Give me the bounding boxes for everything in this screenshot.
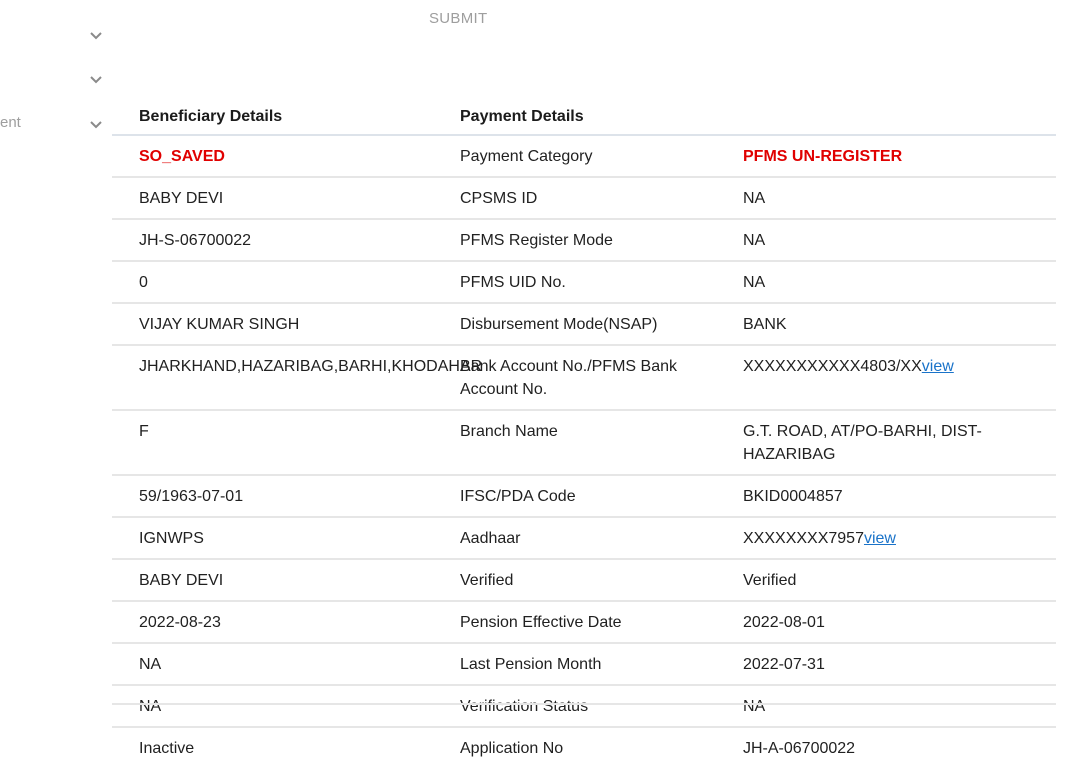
cell-label: PFMS Register Mode bbox=[433, 220, 731, 262]
cell-value: XXXXXXXX7957view bbox=[731, 518, 1056, 560]
cell-value: 2022-08-01 bbox=[731, 602, 1056, 644]
cell-label: Bank Account No./PFMS Bank Account No. bbox=[433, 346, 731, 411]
cell-beneficiary: VIJAY KUMAR SINGH bbox=[112, 304, 433, 346]
cell-beneficiary: NA bbox=[112, 644, 433, 686]
cell-value: G.T. ROAD, AT/PO-BARHI, DIST-HAZARIBAG bbox=[731, 411, 1056, 476]
cell-label: Last Pension Month bbox=[433, 644, 731, 686]
cell-label: Aadhaar bbox=[433, 518, 731, 560]
cell-value: BANK bbox=[731, 304, 1056, 346]
cell-beneficiary: IGNWPS bbox=[112, 518, 433, 560]
cell-label: Payment Category bbox=[433, 136, 731, 178]
cell-label: IFSC/PDA Code bbox=[433, 476, 731, 518]
cell-beneficiary: 59/1963-07-01 bbox=[112, 476, 433, 518]
cell-value: 2022-07-31 bbox=[731, 644, 1056, 686]
cell-value: NA bbox=[731, 220, 1056, 262]
chevron-down-icon[interactable] bbox=[89, 120, 103, 130]
cell-value: JH-A-06700022 bbox=[743, 740, 856, 757]
header-beneficiary-details: Beneficiary Details bbox=[112, 98, 433, 136]
cell-value: NA bbox=[731, 262, 1056, 304]
chevron-down-icon[interactable] bbox=[89, 75, 103, 85]
cell-label: CPSMS ID bbox=[433, 178, 731, 220]
view-account-link[interactable]: view bbox=[922, 358, 954, 375]
chevron-down-icon[interactable] bbox=[89, 31, 103, 41]
header-payment-details: Payment Details bbox=[433, 98, 731, 136]
cell-label: Branch Name bbox=[433, 411, 731, 476]
table-bottom-divider bbox=[112, 703, 1056, 705]
sidebar-item-label: ent bbox=[0, 114, 21, 131]
cell-label: PFMS UID No. bbox=[433, 262, 731, 304]
cell-value: NA bbox=[731, 178, 1056, 220]
view-aadhaar-link[interactable]: view bbox=[864, 530, 896, 547]
cell-beneficiary: F bbox=[112, 411, 433, 476]
cell-label: Pension Effective Date bbox=[433, 602, 731, 644]
header-values bbox=[731, 98, 1056, 136]
submit-button[interactable]: SUBMIT bbox=[429, 10, 487, 27]
cell-label: Verified bbox=[433, 560, 731, 602]
cell-beneficiary: BABY DEVI bbox=[112, 178, 433, 220]
cell-beneficiary: 2022-08-23 bbox=[112, 602, 433, 644]
cell-status: SO_SAVED bbox=[112, 136, 433, 178]
cell-beneficiary: JH-S-06700022 bbox=[112, 220, 433, 262]
masked-account-number: XXXXXXXXXXX4803/XX bbox=[743, 358, 922, 375]
cell-beneficiary: JHARKHAND,HAZARIBAG,BARHI,KHODAHAR bbox=[112, 346, 482, 411]
masked-aadhaar-number: XXXXXXXX7957 bbox=[743, 530, 864, 547]
cell-value: PFMS UN-REGISTER bbox=[731, 136, 1056, 178]
cell-value: XXXXXXXXXXX4803/XXview bbox=[731, 346, 1056, 411]
cell-beneficiary: BABY DEVI bbox=[112, 560, 433, 602]
cell-beneficiary: Inactive bbox=[139, 740, 195, 757]
cell-value: BKID0004857 bbox=[731, 476, 1056, 518]
cell-beneficiary: 0 bbox=[112, 262, 433, 304]
cell-label: Application No bbox=[460, 740, 564, 757]
cell-value: Verified bbox=[731, 560, 1056, 602]
cell-label: Disbursement Mode(NSAP) bbox=[433, 304, 731, 346]
details-table: Beneficiary Details Payment Details SO_S… bbox=[112, 98, 1056, 770]
